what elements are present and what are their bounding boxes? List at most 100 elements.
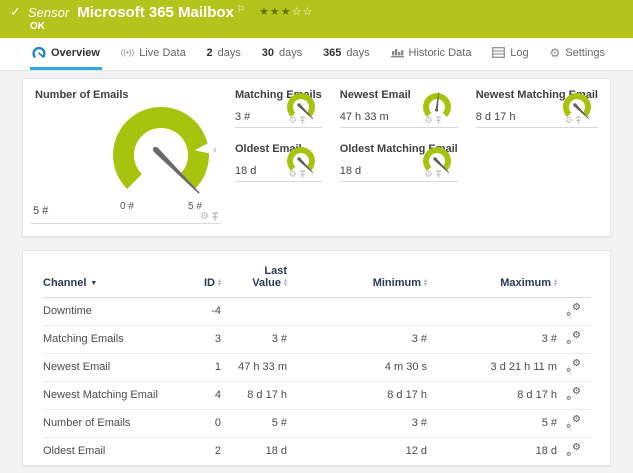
star-empty-icon[interactable]: ☆ bbox=[292, 6, 303, 18]
sort-icon[interactable]: ▴ ▾ bbox=[284, 278, 287, 288]
gear-icon: ⚙ bbox=[549, 45, 561, 60]
gauge-widget-actions: ⚙ bbox=[200, 212, 219, 222]
channel-minimum: 12 d bbox=[287, 437, 427, 465]
tab-365-days-number: 365 bbox=[323, 46, 342, 59]
newest-email-gauge bbox=[422, 92, 451, 117]
channel-id: 4 bbox=[181, 381, 221, 410]
sensor-kind-label: Sensor bbox=[28, 5, 70, 20]
tab-2-days[interactable]: 2 days bbox=[205, 38, 243, 70]
tab-log[interactable]: Log bbox=[490, 38, 530, 70]
channel-id: 3 bbox=[181, 325, 221, 354]
tab-live-data-label: Live Data bbox=[139, 46, 186, 59]
oldest-email-gauge bbox=[286, 147, 315, 174]
channel-maximum: 5 # bbox=[427, 409, 557, 438]
table-header-row: Channel ▼ ID ▴ ▾ Last Value ▴ ▾ Minimum ▴ ▾ Maxi… bbox=[43, 255, 591, 298]
broadcast-icon: ((•)) bbox=[120, 48, 135, 57]
sensor-status-badge: OK bbox=[30, 21, 45, 32]
status-ok-check-icon: ✓ bbox=[10, 4, 21, 19]
channel-maximum: 18 d bbox=[427, 466, 557, 467]
channel-last-value: 8 d 17 h bbox=[221, 381, 287, 410]
channel-maximum: 8 d 17 h bbox=[427, 381, 557, 410]
channel-name[interactable]: Oldest Email bbox=[43, 437, 181, 465]
gauge-current-value: 8 d 17 h bbox=[475, 111, 516, 123]
gauges-panel: Number of Emails x 0 # 5 # 5 # ⚙ Matchin… bbox=[22, 78, 611, 237]
channel-settings-icon[interactable]: ⚙ ⚙ bbox=[566, 330, 581, 346]
channel-last-value: 47 h 33 m bbox=[221, 353, 287, 382]
number-of-emails-gauge: x 0 # 5 # bbox=[112, 106, 217, 212]
gauge-marker-label: x bbox=[213, 147, 217, 154]
column-header-minimum[interactable]: Minimum ▴ ▾ bbox=[287, 255, 427, 298]
flag-icon[interactable]: ⚐ bbox=[237, 4, 245, 15]
tab-log-label: Log bbox=[510, 46, 529, 59]
tab-365-days[interactable]: 365 days bbox=[321, 38, 372, 70]
column-header-settings bbox=[557, 255, 591, 298]
priority-rating[interactable]: ★★★☆☆ bbox=[259, 5, 313, 18]
table-row: Oldest Email 2 18 d 12 d 18 d ⚙ ⚙ bbox=[43, 437, 591, 465]
gauge-icon bbox=[32, 46, 46, 60]
tab-bar: Overview ((•)) Live Data 2 days 30 days … bbox=[0, 38, 633, 71]
table-row: Number of Emails 0 5 # 3 # 5 # ⚙ ⚙ bbox=[43, 409, 591, 438]
channel-settings-icon[interactable]: ⚙ ⚙ bbox=[566, 442, 581, 458]
star-filled-icon[interactable]: ★ bbox=[259, 6, 270, 18]
channels-table-panel: Channel ▼ ID ▴ ▾ Last Value ▴ ▾ Minimum ▴ ▾ Maxi… bbox=[22, 250, 611, 466]
star-filled-icon[interactable]: ★ bbox=[281, 6, 292, 18]
overview-content: Number of Emails x 0 # 5 # 5 # ⚙ Matchin… bbox=[0, 71, 633, 466]
column-header-id[interactable]: ID ▴ ▾ bbox=[181, 255, 221, 298]
channel-last-value: 18 d bbox=[221, 437, 287, 465]
column-header-last-value[interactable]: Last Value ▴ ▾ bbox=[221, 255, 287, 298]
tab-2-days-label: days bbox=[217, 46, 241, 59]
gauge-min-label: 0 # bbox=[120, 201, 134, 212]
gauge-current-value: 18 d bbox=[339, 165, 362, 177]
channel-id: 0 bbox=[181, 409, 221, 438]
sort-icon[interactable]: ▴ ▾ bbox=[218, 278, 221, 288]
table-row: Oldest Matching Email 5 18 d 18 d 18 d ⚙… bbox=[43, 466, 591, 467]
gauge-current-value: 18 d bbox=[234, 165, 257, 177]
channel-settings-icon[interactable]: ⚙ ⚙ bbox=[566, 358, 581, 374]
prtg-sensor-page: ✓ Sensor Microsoft 365 Mailbox ⚐ ★★★☆☆ O… bbox=[0, 0, 633, 473]
gauge-widget-oldest-matching-email: Oldest Matching Email ⚙ 18 d bbox=[339, 143, 458, 182]
tab-365-days-label: days bbox=[346, 46, 370, 59]
gauge-settings-icon[interactable]: ⚙ bbox=[200, 212, 209, 222]
tab-overview[interactable]: Overview bbox=[30, 38, 102, 70]
newest-matching-email-gauge bbox=[563, 93, 591, 120]
channel-name[interactable]: Number of Emails bbox=[43, 409, 181, 438]
caret-down-icon: ▼ bbox=[90, 280, 98, 287]
channel-last-value: 5 # bbox=[221, 409, 287, 438]
channel-settings-icon[interactable]: ⚙ ⚙ bbox=[566, 302, 581, 318]
tab-settings[interactable]: ⚙ Settings bbox=[547, 38, 607, 70]
gauge-widget-newest-matching-email: Newest Matching Email ⚙ 8 d 17 h bbox=[475, 89, 598, 128]
channel-name[interactable]: Newest Email bbox=[43, 353, 181, 382]
sensor-title: Microsoft 365 Mailbox bbox=[77, 4, 234, 21]
small-gauges-grid: Matching Emails ⚙ 3 # Newest Email ⚙ 47 … bbox=[234, 87, 598, 236]
channel-minimum: 18 d bbox=[287, 466, 427, 467]
tab-30-days[interactable]: 30 days bbox=[260, 38, 305, 70]
gauge-current-value: 3 # bbox=[234, 111, 251, 123]
tab-live-data[interactable]: ((•)) Live Data bbox=[119, 38, 188, 70]
channel-last-value: 18 d bbox=[221, 466, 287, 467]
channel-settings-icon[interactable]: ⚙ ⚙ bbox=[566, 414, 581, 430]
table-row: Newest Matching Email 4 8 d 17 h 8 d 17 … bbox=[43, 381, 591, 410]
channel-settings-icon[interactable]: ⚙ ⚙ bbox=[566, 386, 581, 402]
gauge-widget-matching-emails: Matching Emails ⚙ 3 # bbox=[234, 89, 322, 128]
tab-historic-data-label: Historic Data bbox=[408, 46, 472, 59]
sort-icon[interactable]: ▴ ▾ bbox=[424, 278, 427, 288]
tab-overview-label: Overview bbox=[51, 46, 100, 59]
pin-icon[interactable] bbox=[211, 212, 219, 222]
channel-name[interactable]: Newest Matching Email bbox=[43, 381, 181, 410]
tab-historic-data[interactable]: Historic Data bbox=[389, 38, 474, 70]
gauge-widget-newest-email: Newest Email ⚙ 47 h 33 m bbox=[339, 89, 458, 128]
channel-name[interactable]: Matching Emails bbox=[43, 325, 181, 354]
column-header-channel[interactable]: Channel ▼ bbox=[43, 255, 181, 298]
channel-id: 2 bbox=[181, 437, 221, 465]
channel-last-value bbox=[221, 297, 287, 326]
channel-minimum bbox=[287, 297, 427, 326]
chart-icon bbox=[390, 47, 404, 58]
channel-name[interactable]: Oldest Matching Email bbox=[43, 466, 181, 467]
sort-icon[interactable]: ▴ ▾ bbox=[554, 278, 557, 288]
star-empty-icon[interactable]: ☆ bbox=[302, 6, 313, 18]
channel-maximum: 3 d 21 h 11 m bbox=[427, 353, 557, 382]
star-filled-icon[interactable]: ★ bbox=[270, 6, 281, 18]
channel-name[interactable]: Downtime bbox=[43, 297, 181, 326]
channel-id: 5 bbox=[181, 466, 221, 467]
column-header-maximum[interactable]: Maximum ▴ ▾ bbox=[427, 255, 557, 298]
